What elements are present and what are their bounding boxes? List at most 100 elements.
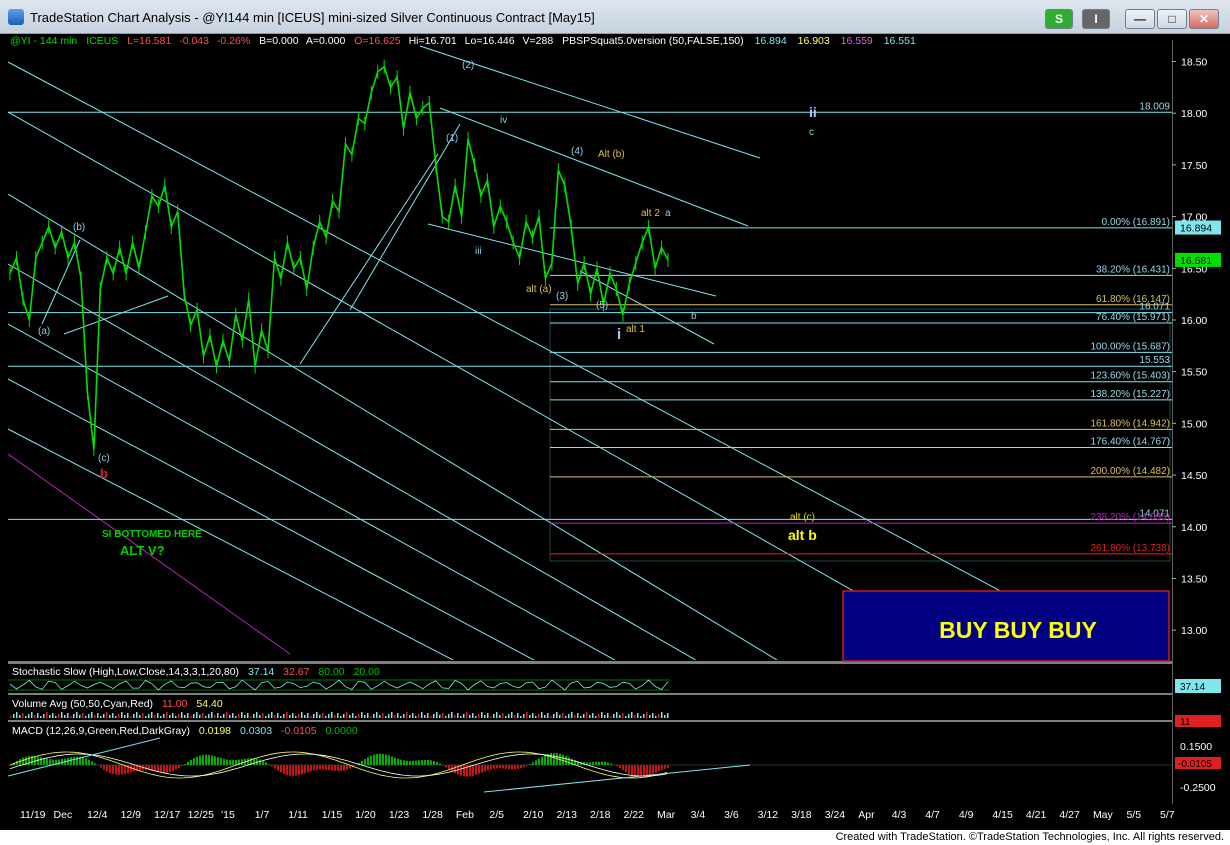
macd-histogram-bar (655, 765, 657, 773)
volume-bar (160, 716, 162, 718)
volume-bar (22, 713, 24, 718)
macd-histogram-bar (58, 759, 60, 765)
macd-histogram-bar (487, 765, 489, 771)
volume-bar (607, 713, 609, 718)
volume-bar (169, 715, 171, 718)
x-tick-label: 4/15 (992, 809, 1013, 821)
volume-bar (580, 716, 582, 718)
price-chart[interactable]: 18.0090.00% (16.891)38.20% (16.431)61.80… (0, 34, 1230, 830)
macd-histogram-bar (661, 765, 663, 770)
macd-histogram-bar (382, 753, 384, 765)
level-label: 0.00% (16.891) (1102, 217, 1170, 228)
volume-bar (454, 715, 456, 718)
volume-bar (40, 716, 42, 718)
macd-histogram-bar (322, 765, 324, 770)
info-i-button[interactable]: I (1082, 9, 1110, 29)
y-tick-label: 13.50 (1181, 573, 1207, 585)
macd-histogram-bar (187, 761, 189, 765)
x-tick-label: 12/9 (121, 809, 142, 821)
y-tick-label: 17.50 (1181, 160, 1207, 172)
volume-bar (139, 715, 141, 718)
volume-bar (31, 712, 33, 718)
wave-4-label: (4) (571, 146, 583, 157)
x-tick-label: 1/11 (288, 809, 308, 821)
volume-bar (385, 716, 387, 718)
volume-bar (46, 712, 48, 718)
macd-histogram-bar (49, 759, 51, 765)
macd-histogram-bar (343, 765, 345, 771)
x-tick-label: 3/6 (724, 809, 739, 821)
y-tick-label: 14.50 (1181, 470, 1207, 482)
volume-bar (298, 714, 300, 718)
close-button[interactable]: ✕ (1189, 9, 1219, 29)
macd-histogram-bar (205, 754, 207, 765)
macd-histogram-bar (535, 760, 537, 765)
volume-bar (196, 712, 198, 718)
volume-bar (250, 716, 252, 718)
macd-histogram-bar (484, 765, 486, 772)
macd-histogram-bar (235, 759, 237, 765)
x-tick-label: 5/7 (1160, 809, 1175, 821)
wave-a-lower-label: a (665, 208, 671, 219)
alt-v-text: ALT V? (120, 543, 165, 558)
volume-bar (616, 712, 618, 718)
volume-bar (73, 714, 75, 718)
macd-histogram-bar (433, 761, 435, 765)
volume-bar (646, 712, 648, 718)
pane-separator (8, 693, 1172, 695)
y-tick-label: 18.50 (1181, 57, 1207, 69)
macd-histogram-bar (91, 761, 93, 765)
volume-bar (478, 714, 480, 718)
volume-bar (409, 715, 411, 718)
volume-bar (433, 714, 435, 718)
volume-bar (97, 713, 99, 718)
volume-bar (562, 713, 564, 718)
volume-bar (622, 713, 624, 718)
volume-bar (28, 714, 30, 718)
volume-bar (595, 716, 597, 718)
volume-bar (121, 712, 123, 718)
macd-histogram-bar (181, 765, 183, 767)
macd-histogram-bar (232, 760, 234, 765)
maximize-button[interactable]: □ (1157, 9, 1187, 29)
volume-bar (187, 713, 189, 718)
volume-bar (625, 716, 627, 718)
macd-histogram-bar (544, 755, 546, 765)
macd-histogram-bar (160, 765, 162, 773)
volume-bar (511, 712, 513, 718)
pane-separator (8, 720, 1172, 722)
volume-bar (358, 714, 360, 718)
macd-histogram-bar (208, 754, 210, 765)
volume-bar (631, 712, 633, 718)
macd-histogram-bar (178, 765, 180, 769)
level-label: 15.553 (1139, 355, 1170, 366)
macd-histogram-bar (619, 765, 621, 769)
volume-bar (406, 712, 408, 718)
x-tick-label: 4/27 (1059, 809, 1080, 821)
volume-bar (37, 713, 39, 718)
volume-bar (589, 715, 591, 718)
volume-bar (211, 712, 213, 718)
volume-bar (100, 716, 102, 718)
macd-histogram-bar (541, 756, 543, 765)
volume-bar (655, 716, 657, 718)
macd-histogram-bar (265, 762, 267, 765)
status-s-button[interactable]: S (1045, 9, 1073, 29)
minimize-button[interactable]: — (1125, 9, 1155, 29)
macd-histogram-bar (316, 765, 318, 770)
volume-bar (601, 712, 603, 718)
volume-bar (259, 715, 261, 718)
volume-bar (421, 712, 423, 718)
volume-bar (658, 714, 660, 718)
volume-bar (286, 712, 288, 718)
macd-histogram-bar (592, 762, 594, 765)
x-tick-label: 2/10 (523, 809, 544, 821)
x-tick-label: 4/21 (1026, 809, 1047, 821)
x-tick-label: May (1093, 809, 1114, 821)
volume-bar (337, 713, 339, 718)
macd-histogram-bar (391, 756, 393, 765)
macd-histogram-bar (568, 757, 570, 765)
macd-histogram-bar (529, 764, 531, 765)
macd-histogram-bar (493, 765, 495, 769)
macd-histogram-bar (85, 758, 87, 765)
